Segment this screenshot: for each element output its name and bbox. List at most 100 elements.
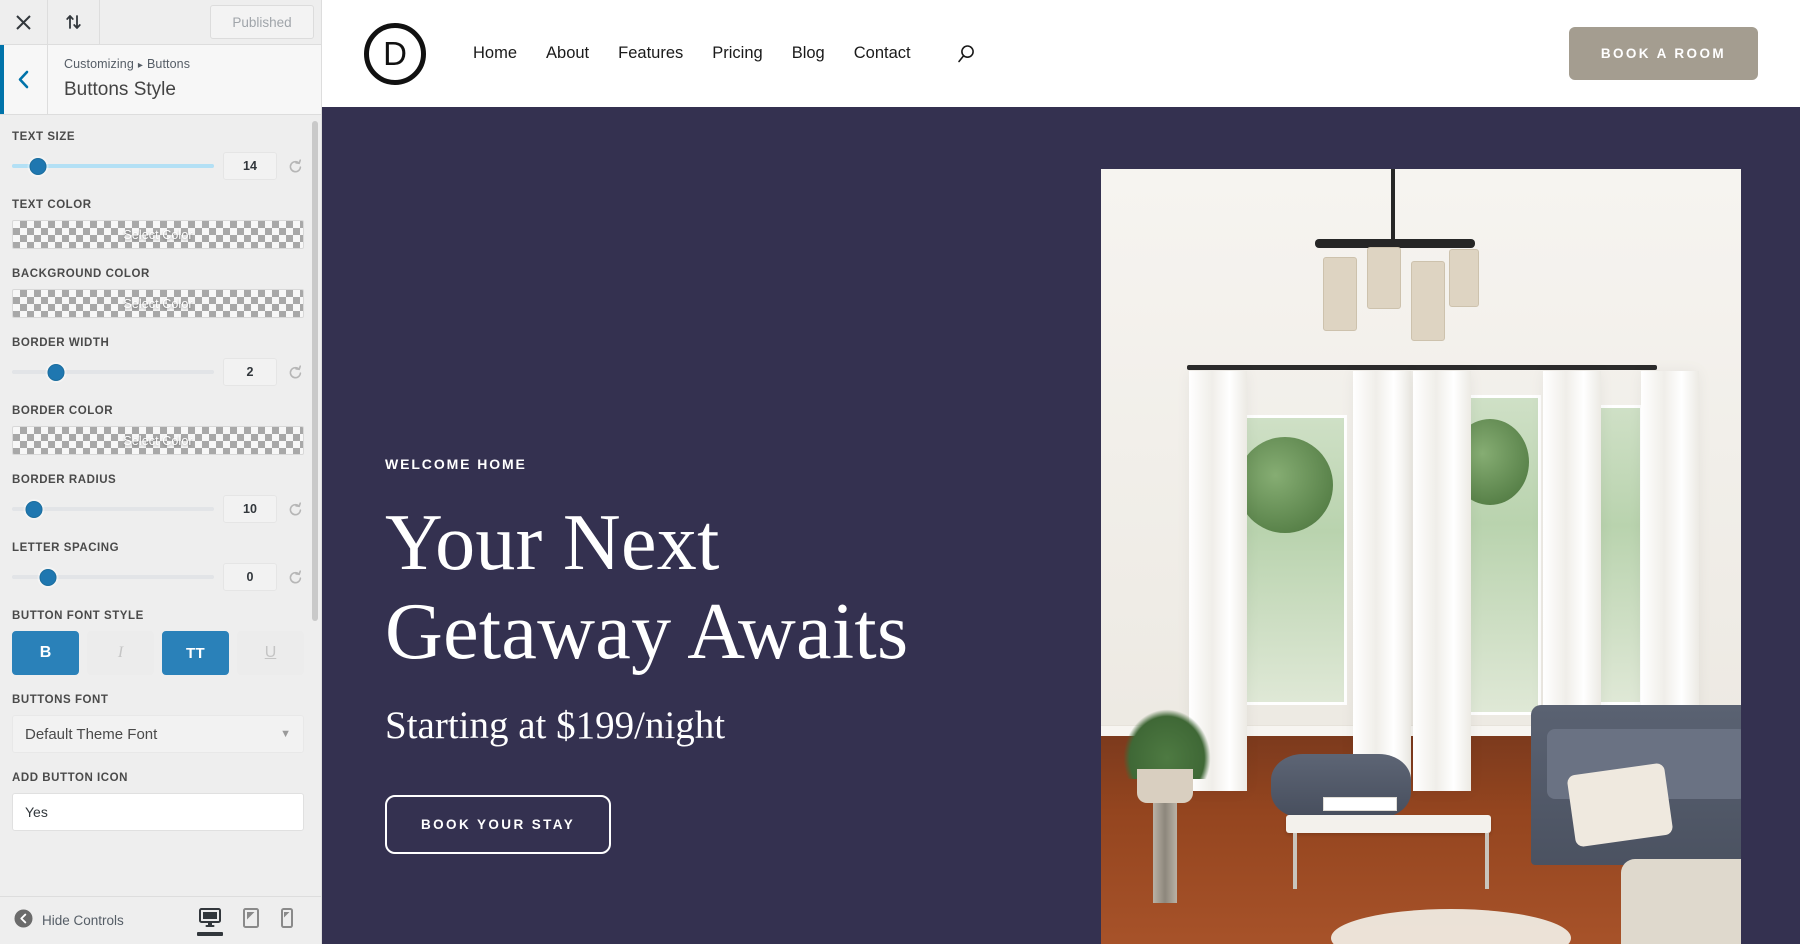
- site-nav: Home About Features Pricing Blog Contact: [473, 44, 976, 64]
- font-style-bold-button[interactable]: B: [12, 631, 79, 675]
- desktop-icon[interactable]: [199, 907, 221, 934]
- slider-row: 0: [12, 563, 304, 591]
- control-add-button-icon: ADD BUTTON ICON Yes: [12, 772, 304, 831]
- photo-curtain-rod: [1187, 365, 1657, 370]
- font-style-underline-button[interactable]: U: [237, 631, 304, 675]
- slider-thumb[interactable]: [25, 500, 43, 518]
- nav-item-contact[interactable]: Contact: [854, 44, 911, 63]
- close-icon[interactable]: [0, 0, 48, 44]
- control-label: BUTTONS FONT: [12, 694, 109, 706]
- nav-item-home[interactable]: Home: [473, 44, 517, 63]
- chevron-down-icon: ▼: [280, 728, 291, 740]
- photo-plant-stand: [1153, 803, 1177, 903]
- device-preview-group: [199, 907, 307, 934]
- control-label: ADD BUTTON ICON: [12, 772, 129, 784]
- site-logo[interactable]: D: [364, 22, 426, 85]
- photo-curtain: [1413, 371, 1471, 791]
- reset-icon[interactable]: [286, 500, 304, 518]
- hero-copy: WELCOME HOME Your Next Getaway Awaits St…: [385, 456, 1095, 854]
- breadcrumb-root[interactable]: Customizing: [64, 57, 134, 71]
- customizer-app: Published Customizing ▸ Buttons Buttons St…: [0, 0, 1800, 944]
- border-radius-value[interactable]: 10: [223, 495, 277, 523]
- control-background-color: BACKGROUND COLOR Select Color: [12, 268, 304, 318]
- slider-thumb[interactable]: [47, 363, 65, 381]
- control-text-size: TEXT SIZE 14: [12, 131, 304, 180]
- photo-chandelier-cord: [1391, 169, 1395, 241]
- slider-thumb[interactable]: [39, 568, 57, 586]
- hero-title: Your Next Getaway Awaits: [385, 499, 1095, 677]
- add-button-icon-field[interactable]: Yes: [12, 793, 304, 831]
- photo-plant-pot: [1137, 769, 1193, 803]
- control-button-font-style: BUTTON FONT STYLE B I TT U: [12, 610, 304, 675]
- hero-title-line-2: Getaway Awaits: [385, 588, 909, 676]
- buttons-font-select[interactable]: Default Theme Font ▼: [12, 715, 304, 753]
- hero-eyebrow: WELCOME HOME: [385, 456, 527, 472]
- control-border-width: BORDER WIDTH 2: [12, 337, 304, 386]
- letter-spacing-slider[interactable]: [12, 567, 214, 587]
- text-size-value[interactable]: 14: [223, 152, 277, 180]
- letter-spacing-value[interactable]: 0: [223, 563, 277, 591]
- buttons-font-value: Default Theme Font: [25, 725, 158, 743]
- customizer-sidebar: Published Customizing ▸ Buttons Buttons St…: [0, 0, 322, 944]
- slider-thumb[interactable]: [29, 157, 47, 175]
- font-style-italic-button[interactable]: I: [87, 631, 154, 675]
- scrollbar[interactable]: [312, 121, 318, 621]
- photo-coffee-table: [1286, 815, 1491, 833]
- publish-button[interactable]: Published: [210, 5, 314, 39]
- control-label: BORDER RADIUS: [12, 474, 117, 486]
- background-color-picker[interactable]: Select Color: [12, 289, 304, 318]
- nav-item-about[interactable]: About: [546, 44, 589, 63]
- border-width-value[interactable]: 2: [223, 358, 277, 386]
- font-style-uppercase-button[interactable]: TT: [162, 631, 229, 675]
- photo-lamp-shade: [1449, 249, 1479, 307]
- photo-curtain: [1353, 371, 1411, 791]
- customizer-topbar: Published: [0, 0, 321, 45]
- text-size-slider[interactable]: [12, 156, 214, 176]
- collapse-arrows-icon[interactable]: [48, 0, 100, 44]
- reset-icon[interactable]: [286, 363, 304, 381]
- hero-subtitle: Starting at $199/night: [385, 704, 726, 747]
- control-label: TEXT SIZE: [12, 131, 76, 143]
- nav-item-blog[interactable]: Blog: [792, 44, 825, 63]
- nav-item-pricing[interactable]: Pricing: [712, 44, 762, 63]
- control-label: BORDER COLOR: [12, 405, 114, 417]
- panel-titles: Customizing ▸ Buttons Buttons Style: [48, 45, 190, 114]
- living-room-photo: [1101, 169, 1741, 944]
- photo-lamp-shade: [1367, 247, 1401, 309]
- book-your-stay-button[interactable]: BOOK YOUR STAY: [385, 795, 612, 854]
- book-a-room-button[interactable]: BOOK A ROOM: [1568, 27, 1758, 80]
- photo-tree: [1237, 437, 1333, 533]
- hide-controls-button[interactable]: Hide Controls: [14, 909, 124, 933]
- hero-title-line-1: Your Next: [385, 499, 720, 587]
- reset-icon[interactable]: [286, 568, 304, 586]
- control-buttons-font: BUTTONS FONT Default Theme Font ▼: [12, 694, 304, 753]
- control-letter-spacing: LETTER SPACING 0: [12, 542, 304, 591]
- search-icon[interactable]: [956, 44, 976, 64]
- control-label: BORDER WIDTH: [12, 337, 110, 349]
- photo-table-leg: [1293, 833, 1297, 889]
- border-width-slider[interactable]: [12, 362, 214, 382]
- tablet-icon[interactable]: [243, 907, 259, 934]
- photo-book: [1323, 797, 1397, 811]
- collapse-left-icon: [14, 909, 33, 933]
- control-border-color: BORDER COLOR Select Color: [12, 405, 304, 455]
- text-color-picker[interactable]: Select Color: [12, 220, 304, 249]
- border-color-picker[interactable]: Select Color: [12, 426, 304, 455]
- site-header: D Home About Features Pricing Blog Conta…: [322, 0, 1800, 107]
- control-border-radius: BORDER RADIUS 10: [12, 474, 304, 523]
- hide-controls-label: Hide Controls: [42, 913, 124, 928]
- mobile-icon[interactable]: [281, 907, 293, 934]
- border-radius-slider[interactable]: [12, 499, 214, 519]
- reset-icon[interactable]: [286, 157, 304, 175]
- photo-armchair: [1621, 859, 1741, 944]
- nav-item-features[interactable]: Features: [618, 44, 683, 63]
- site-preview: D Home About Features Pricing Blog Conta…: [322, 0, 1800, 944]
- slider-row: 14: [12, 152, 304, 180]
- chevron-left-icon[interactable]: [0, 45, 48, 114]
- customizer-panel-header: Customizing ▸ Buttons Buttons Style: [0, 45, 321, 115]
- select-color-label: Select Color: [123, 296, 193, 311]
- slider-row: 2: [12, 358, 304, 386]
- photo-table-leg: [1485, 833, 1489, 889]
- slider-track: [12, 370, 214, 374]
